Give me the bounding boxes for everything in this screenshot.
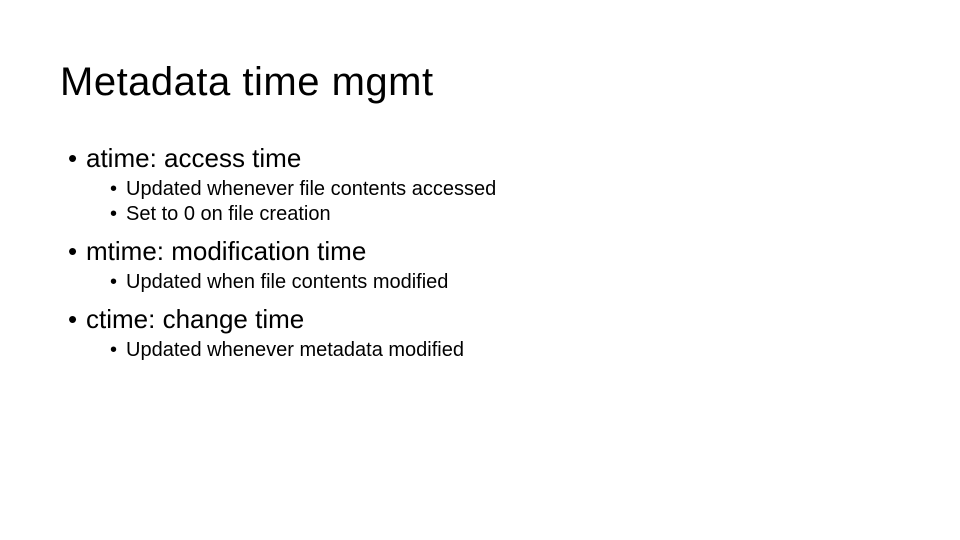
- list-subitem: •Updated whenever file contents accessed: [60, 178, 960, 201]
- list-subitem-text: Updated whenever file contents accessed: [126, 178, 496, 200]
- list-item-text: mtime: modification time: [86, 236, 366, 266]
- list-item: •ctime: change time: [60, 304, 960, 335]
- list-subitem: •Updated whenever metadata modified: [60, 339, 960, 362]
- list-group-atime: •atime: access time •Updated whenever fi…: [60, 143, 960, 226]
- list-subitem: •Set to 0 on file creation: [60, 203, 960, 226]
- bullet-icon: •: [110, 178, 126, 201]
- list-item-text: ctime: change time: [86, 304, 304, 334]
- bullet-icon: •: [68, 236, 86, 267]
- list-item: •mtime: modification time: [60, 236, 960, 267]
- bullet-icon: •: [110, 271, 126, 294]
- slide-title: Metadata time mgmt: [60, 60, 960, 105]
- list-group-ctime: •ctime: change time •Updated whenever me…: [60, 304, 960, 362]
- bullet-icon: •: [68, 304, 86, 335]
- bullet-icon: •: [110, 203, 126, 226]
- list-subitem-text: Updated when file contents modified: [126, 271, 448, 293]
- list-group-mtime: •mtime: modification time •Updated when …: [60, 236, 960, 294]
- bullet-icon: •: [68, 143, 86, 174]
- list-subitem-text: Set to 0 on file creation: [126, 203, 331, 225]
- bullet-icon: •: [110, 339, 126, 362]
- list-item: •atime: access time: [60, 143, 960, 174]
- list-subitem-text: Updated whenever metadata modified: [126, 339, 464, 361]
- list-subitem: •Updated when file contents modified: [60, 271, 960, 294]
- list-item-text: atime: access time: [86, 143, 301, 173]
